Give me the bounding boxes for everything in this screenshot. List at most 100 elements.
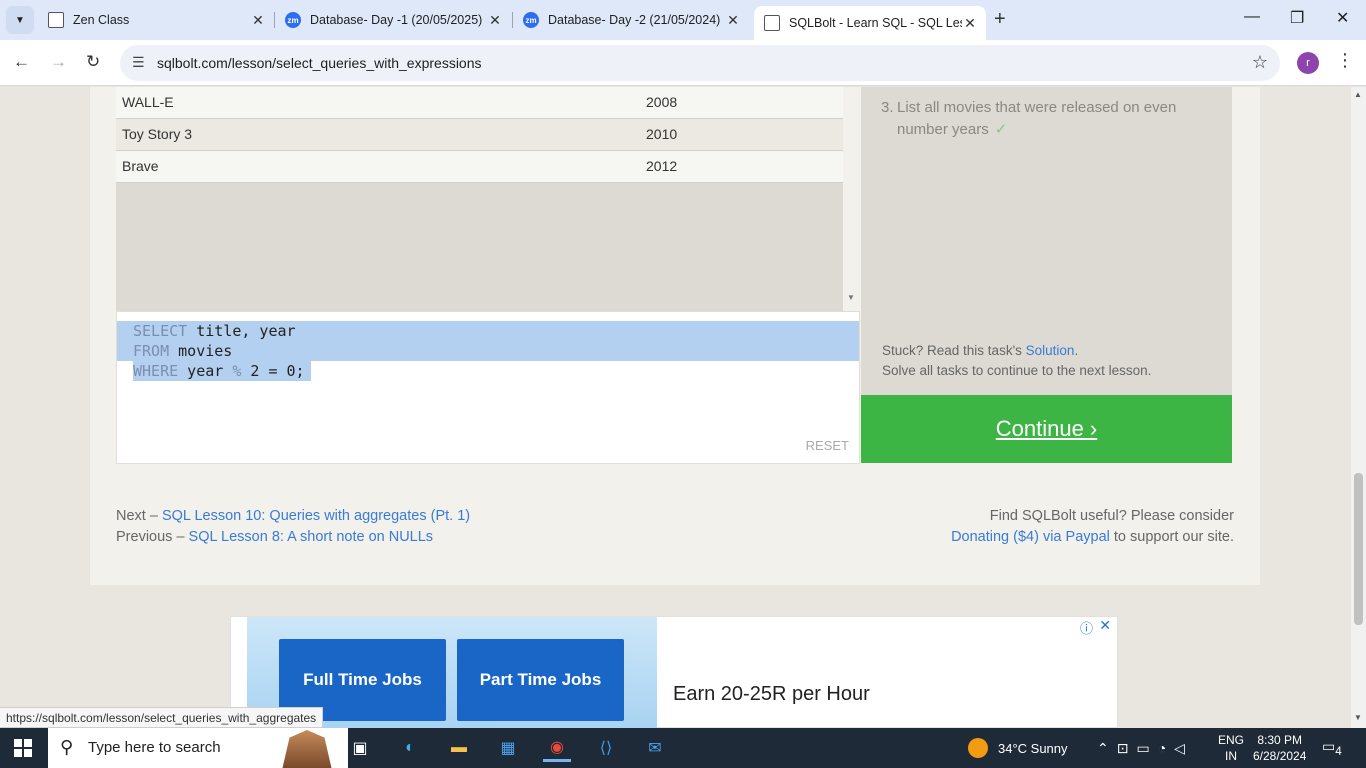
tab-sqlbolt[interactable]: SQLBolt - Learn SQL - SQL Less ✕ [754, 6, 986, 40]
site-info-icon[interactable]: ☰ [132, 54, 145, 71]
support-message: Find SQLBolt useful? Please consider Don… [951, 506, 1234, 548]
profile-avatar[interactable]: r [1297, 52, 1319, 74]
scroll-down-arrow-icon[interactable]: ▼ [1354, 713, 1362, 722]
sql-editor[interactable]: SELECT title, year FROM movies WHERE yea… [116, 311, 860, 464]
ad-headline[interactable]: Earn 20-25R per Hour [673, 683, 870, 706]
sql-keyword: SELECT [133, 322, 188, 340]
code-text: year [178, 362, 233, 380]
support-text: Find SQLBolt useful? Please consider [989, 508, 1234, 524]
next-lesson-link[interactable]: SQL Lesson 10: Queries with aggregates (… [162, 508, 470, 524]
mail-icon[interactable]: ✉ [641, 734, 669, 762]
donate-link[interactable]: Donating ($4) via Paypal [951, 529, 1110, 545]
system-tray-icons[interactable]: ⌃⊡▭◔◁ [1097, 728, 1193, 768]
reset-button[interactable]: RESET [806, 438, 849, 453]
tab-strip: ▼ Zen Class ✕ zm Database- Day -1 (20/05… [0, 0, 1366, 40]
language-indicator[interactable]: ENG IN [1218, 732, 1244, 764]
task-description: List all movies that were released on ev… [897, 99, 1177, 138]
cell-title: WALL-E [122, 94, 174, 110]
weather-widget[interactable]: 34°C Sunny [968, 728, 1068, 768]
scroll-down-arrow-icon[interactable]: ▼ [847, 293, 855, 302]
previous-lesson-link[interactable]: SQL Lesson 8: A short note on NULLs [189, 529, 434, 545]
code-line[interactable]: SELECT title, year [133, 322, 296, 340]
task-number: 3. [881, 99, 894, 116]
search-icon: ⚲ [60, 737, 74, 757]
continue-label: Continue › [995, 416, 1098, 441]
cell-year: 2012 [646, 158, 678, 174]
ad-close-icon[interactable]: ✕ [1099, 617, 1111, 634]
close-tab-icon[interactable]: ✕ [962, 15, 978, 32]
microsoft-store-icon[interactable]: ▦ [494, 734, 522, 762]
cell-year: 2008 [646, 94, 678, 110]
table-row: Brave 2012 [116, 151, 843, 183]
tab-separator [512, 12, 513, 28]
notification-count: 4 [1335, 744, 1342, 758]
part-time-jobs-button[interactable]: Part Time Jobs [457, 639, 624, 721]
solution-link[interactable]: Solution [1026, 343, 1075, 358]
close-tab-icon[interactable]: ✕ [250, 12, 266, 29]
zoom-icon: zm [523, 12, 539, 28]
sqlbolt-icon [764, 15, 780, 31]
edge-icon[interactable]: ◐ [396, 734, 424, 762]
task-panel: 3. List all movies that were released on… [861, 87, 1232, 395]
weather-text: 34°C Sunny [998, 740, 1068, 756]
close-tab-icon[interactable]: ✕ [487, 12, 503, 29]
continue-button[interactable]: Continue › [861, 395, 1232, 463]
task-text: List all movies that were released on ev… [897, 97, 1207, 141]
address-bar[interactable]: ☰ sqlbolt.com/lesson/select_queries_with… [120, 45, 1280, 81]
close-window-button[interactable]: ✕ [1336, 8, 1349, 28]
stuck-suffix: . [1074, 343, 1079, 358]
scroll-up-arrow-icon[interactable]: ▲ [1354, 90, 1362, 99]
tab-title: SQLBolt - Learn SQL - SQL Less [789, 16, 962, 30]
time-text: 8:30 PM [1257, 733, 1303, 747]
previous-prefix: Previous – [116, 529, 189, 545]
results-scrollbar[interactable]: ▼ [843, 87, 860, 311]
chrome-icon[interactable]: ◉ [543, 734, 571, 762]
menu-icon[interactable]: ⋮ [1336, 50, 1354, 71]
tab-separator [274, 12, 275, 28]
code-line[interactable]: WHERE year % 2 = 0; [133, 362, 305, 380]
windows-start-icon[interactable] [14, 739, 32, 757]
search-placeholder: Type here to search [88, 739, 221, 756]
taskbar-search[interactable]: ⚲ Type here to search [48, 728, 348, 768]
tab-title: Database- Day -2 (21/05/2024) [548, 13, 721, 27]
advertisement[interactable]: Full Time Jobs Part Time Jobs Earn 20-25… [230, 616, 1118, 728]
ad-info-icon[interactable]: ⓘ [1080, 618, 1093, 637]
new-tab-button[interactable]: + [994, 8, 1006, 31]
stuck-hint: Stuck? Read this task's Solution. Solve … [882, 341, 1151, 381]
cell-year: 2010 [646, 126, 678, 142]
forward-icon[interactable]: → [50, 52, 67, 72]
cell-title: Brave [122, 158, 159, 174]
query-results-table: WALL-E 2008 Toy Story 3 2010 Brave 2012 [116, 87, 843, 311]
notification-center-icon[interactable]: ▭4 [1322, 738, 1342, 758]
task-view-icon[interactable]: ▣ [346, 734, 374, 762]
close-tab-icon[interactable]: ✕ [725, 12, 741, 29]
table-row: WALL-E 2008 [116, 87, 843, 119]
tab-title: Zen Class [73, 13, 130, 27]
url-text[interactable]: sqlbolt.com/lesson/select_queries_with_e… [157, 55, 482, 71]
minimize-button[interactable]: — [1244, 8, 1260, 26]
clock[interactable]: 8:30 PM 6/28/2024 [1253, 732, 1306, 764]
vscode-icon[interactable]: ⟨⟩ [592, 734, 620, 762]
next-prefix: Next – [116, 508, 162, 524]
region-line: IN [1225, 749, 1237, 763]
zoom-icon: zm [285, 12, 301, 28]
back-icon[interactable]: ← [13, 52, 30, 72]
page-scrollbar[interactable]: ▲ ▼ [1351, 87, 1366, 728]
reload-icon[interactable]: ↻ [86, 52, 100, 72]
tab-database-day-2[interactable]: zm Database- Day -2 (21/05/2024) ✕ [523, 0, 741, 40]
tab-database-day-1[interactable]: zm Database- Day -1 (20/05/2025) ✕ [285, 0, 503, 40]
stuck-text: Stuck? Read this task's [882, 343, 1026, 358]
scrollbar-thumb[interactable] [1354, 473, 1363, 625]
zen-class-icon [48, 12, 64, 28]
bookmark-star-icon[interactable]: ☆ [1252, 52, 1268, 73]
file-explorer-icon[interactable]: ▬ [445, 734, 473, 762]
sql-keyword: FROM [133, 342, 170, 360]
sql-keyword: WHERE [133, 362, 179, 380]
code-line[interactable]: FROM movies [133, 342, 232, 360]
search-highlight-image [282, 730, 332, 768]
tab-zen-class[interactable]: Zen Class ✕ [46, 0, 266, 40]
solve-all-text: Solve all tasks to continue to the next … [882, 363, 1152, 378]
table-row: Toy Story 3 2010 [116, 119, 843, 151]
restore-button[interactable]: ❐ [1290, 8, 1304, 28]
tab-search-button[interactable]: ▼ [6, 6, 34, 34]
